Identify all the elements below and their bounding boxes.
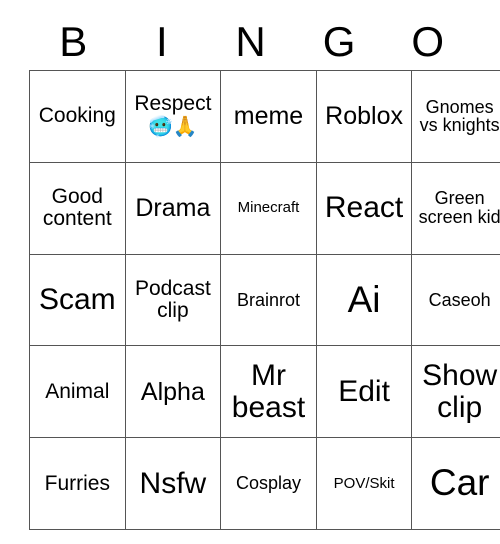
bingo-cell-label: Gnomes vs knights bbox=[419, 96, 500, 136]
bingo-header-letter-n: N bbox=[235, 18, 266, 65]
bingo-header-letter-i: I bbox=[156, 18, 168, 65]
bingo-row: Scam Podcast clip Brainrot Ai Caseoh bbox=[29, 253, 500, 347]
bingo-cell-label: Edit bbox=[338, 375, 390, 409]
bingo-cell-label: Nsfw bbox=[139, 466, 207, 500]
bingo-cell[interactable]: Good content bbox=[29, 161, 126, 255]
bingo-cell[interactable]: Animal bbox=[29, 345, 126, 439]
bingo-cell-label: Drama bbox=[135, 194, 211, 223]
bingo-cell[interactable]: Mr beast bbox=[220, 345, 317, 439]
bingo-cell-label: React bbox=[324, 191, 404, 225]
bingo-cell[interactable]: Car bbox=[411, 437, 500, 530]
bingo-cell[interactable]: React bbox=[315, 161, 413, 255]
bingo-cell-label: Podcast clip bbox=[134, 276, 211, 322]
bingo-cell[interactable]: meme bbox=[220, 70, 317, 163]
bingo-cell-label: Roblox bbox=[325, 102, 403, 131]
bingo-cell-label: Mr beast bbox=[231, 359, 306, 424]
bingo-cell[interactable]: Brainrot bbox=[220, 253, 317, 347]
bingo-cell-label: Good content bbox=[42, 185, 112, 231]
bingo-cell[interactable]: Edit bbox=[315, 345, 413, 439]
bingo-cell[interactable]: Furries bbox=[29, 437, 126, 530]
bingo-cell-label: Show clip bbox=[422, 359, 498, 424]
bingo-card: B I N G O Cooking Respect 🥶🙏 meme Roblox… bbox=[29, 14, 500, 530]
bingo-header-row: B I N G O bbox=[29, 14, 472, 70]
bingo-cell-label: Caseoh bbox=[428, 289, 491, 310]
bingo-cell[interactable]: Minecraft bbox=[220, 161, 317, 255]
bingo-cell[interactable]: Show clip bbox=[411, 345, 500, 439]
bingo-cell-label: Cooking bbox=[38, 104, 116, 128]
bingo-cell-label: Alpha bbox=[140, 377, 205, 406]
bingo-cell-label: Green screen kid bbox=[418, 188, 500, 228]
bingo-cell[interactable]: Alpha bbox=[124, 345, 222, 439]
bingo-cell[interactable]: Respect 🥶🙏 bbox=[124, 70, 222, 163]
bingo-row: Cooking Respect 🥶🙏 meme Roblox Gnomes vs… bbox=[29, 70, 500, 163]
bingo-row: Animal Alpha Mr beast Edit Show clip bbox=[29, 345, 500, 439]
bingo-cell-label: Respect bbox=[134, 92, 212, 116]
bingo-cell-label: Brainrot bbox=[236, 289, 300, 310]
bingo-cell-label: Scam bbox=[38, 283, 116, 317]
bingo-cell[interactable]: Cosplay bbox=[220, 437, 317, 530]
bingo-cell[interactable]: Green screen kid bbox=[411, 161, 500, 255]
bingo-cell-label: Animal bbox=[45, 379, 110, 403]
bingo-cell[interactable]: Gnomes vs knights bbox=[411, 70, 500, 163]
bingo-grid: Cooking Respect 🥶🙏 meme Roblox Gnomes vs… bbox=[29, 70, 500, 530]
bingo-cell-label: Minecraft bbox=[237, 199, 300, 217]
bingo-cell[interactable]: Roblox bbox=[315, 70, 413, 163]
bingo-cell-label: meme bbox=[233, 102, 304, 131]
bingo-cell-label: Ai bbox=[347, 278, 381, 320]
bingo-cell-emoji: 🥶🙏 bbox=[147, 116, 198, 139]
bingo-header-letter-b: B bbox=[59, 18, 88, 65]
bingo-cell[interactable]: Cooking bbox=[29, 70, 126, 163]
bingo-cell-label: Car bbox=[429, 462, 490, 504]
bingo-cell[interactable]: POV/Skit bbox=[315, 437, 413, 530]
bingo-cell[interactable]: Drama bbox=[124, 161, 222, 255]
bingo-cell[interactable]: Podcast clip bbox=[124, 253, 222, 347]
bingo-header-letter-g: G bbox=[322, 18, 356, 65]
bingo-cell-label: POV/Skit bbox=[333, 474, 395, 492]
bingo-cell-label: Cosplay bbox=[235, 473, 301, 494]
bingo-cell[interactable]: Caseoh bbox=[411, 253, 500, 347]
bingo-cell[interactable]: Nsfw bbox=[124, 437, 222, 530]
bingo-header-letter-o: O bbox=[411, 18, 444, 65]
bingo-row: Furries Nsfw Cosplay POV/Skit Car bbox=[29, 437, 500, 530]
bingo-cell-label: Furries bbox=[44, 471, 110, 495]
bingo-cell[interactable]: Ai bbox=[315, 253, 413, 347]
bingo-row: Good content Drama Minecraft React Green… bbox=[29, 161, 500, 255]
bingo-cell[interactable]: Scam bbox=[29, 253, 126, 347]
